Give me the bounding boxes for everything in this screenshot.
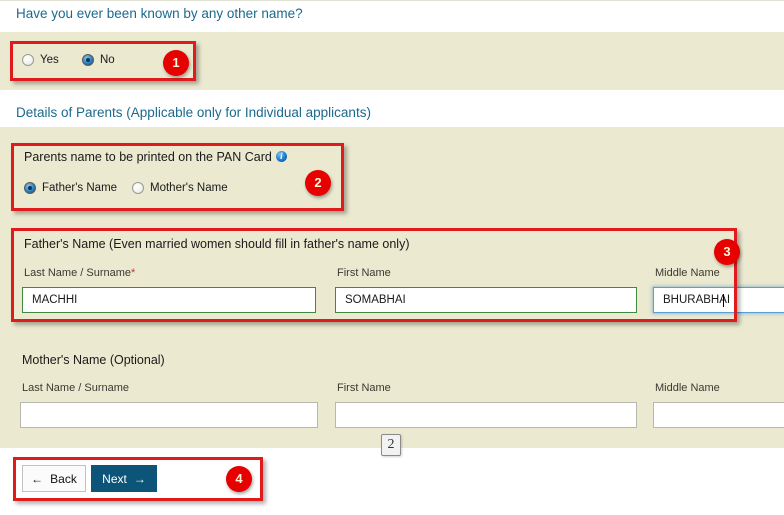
- radio-print-fathers-name[interactable]: Father's Name: [24, 182, 117, 194]
- radio-circle-yes[interactable]: [22, 54, 34, 66]
- print-on-card-title: Parents name to be printed on the PAN Ca…: [24, 150, 287, 164]
- mother-last-name-label: Last Name / Surname: [22, 382, 129, 394]
- mother-first-name-input[interactable]: [335, 402, 637, 428]
- mother-middle-name-input[interactable]: [653, 402, 784, 428]
- radio-circle-fathers-name[interactable]: [24, 182, 36, 194]
- info-icon[interactable]: [275, 150, 287, 162]
- annotation-badge-3: 3: [714, 239, 740, 265]
- pan-application-form-page: Have you ever been known by any other na…: [0, 0, 784, 515]
- other-name-question: Have you ever been known by any other na…: [16, 6, 303, 21]
- father-first-name-label: First Name: [337, 267, 391, 279]
- page-number-chip[interactable]: 2: [381, 434, 401, 456]
- radio-label-yes: Yes: [40, 54, 59, 66]
- father-first-name-input[interactable]: [335, 287, 637, 313]
- next-button[interactable]: Next →: [91, 465, 157, 492]
- mother-first-name-label: First Name: [337, 382, 391, 394]
- print-on-card-panel: Parents name to be printed on the PAN Ca…: [14, 144, 344, 210]
- back-button[interactable]: ← Back: [22, 465, 86, 492]
- parents-section-heading: Details of Parents (Applicable only for …: [16, 105, 371, 120]
- radio-circle-mothers-name[interactable]: [132, 182, 144, 194]
- father-last-name-required-mark: *: [131, 267, 136, 279]
- father-middle-name-input[interactable]: [653, 287, 784, 313]
- father-last-name-input[interactable]: [22, 287, 316, 313]
- print-on-card-title-text: Parents name to be printed on the PAN Ca…: [24, 150, 272, 164]
- annotation-badge-4: 4: [226, 466, 252, 492]
- father-last-name-label: Last Name / Surname*: [24, 267, 135, 279]
- arrow-right-icon: →: [133, 471, 146, 486]
- radio-circle-no[interactable]: [82, 54, 94, 66]
- father-last-name-label-text: Last Name / Surname: [24, 267, 131, 279]
- mothers-name-title: Mother's Name (Optional): [22, 353, 165, 367]
- radio-label-fathers-name: Father's Name: [42, 182, 118, 194]
- radio-other-name-no[interactable]: No: [82, 54, 115, 66]
- back-button-label: Back: [50, 471, 77, 486]
- radio-label-mothers-name: Mother's Name: [150, 182, 228, 194]
- fathers-name-title: Father's Name (Even married women should…: [24, 237, 410, 251]
- annotation-badge-1: 1: [163, 50, 189, 76]
- radio-print-mothers-name[interactable]: Mother's Name: [132, 182, 228, 194]
- radio-other-name-yes[interactable]: Yes: [22, 54, 59, 66]
- text-caret: [723, 294, 724, 307]
- next-button-label: Next: [102, 471, 127, 486]
- radio-label-no: No: [100, 54, 115, 66]
- father-middle-name-label: Middle Name: [655, 267, 720, 279]
- annotation-badge-2: 2: [305, 170, 331, 196]
- mother-last-name-input[interactable]: [20, 402, 318, 428]
- arrow-left-icon: ←: [31, 471, 44, 486]
- band-other-name-beige: [0, 32, 784, 90]
- mother-middle-name-label: Middle Name: [655, 382, 720, 394]
